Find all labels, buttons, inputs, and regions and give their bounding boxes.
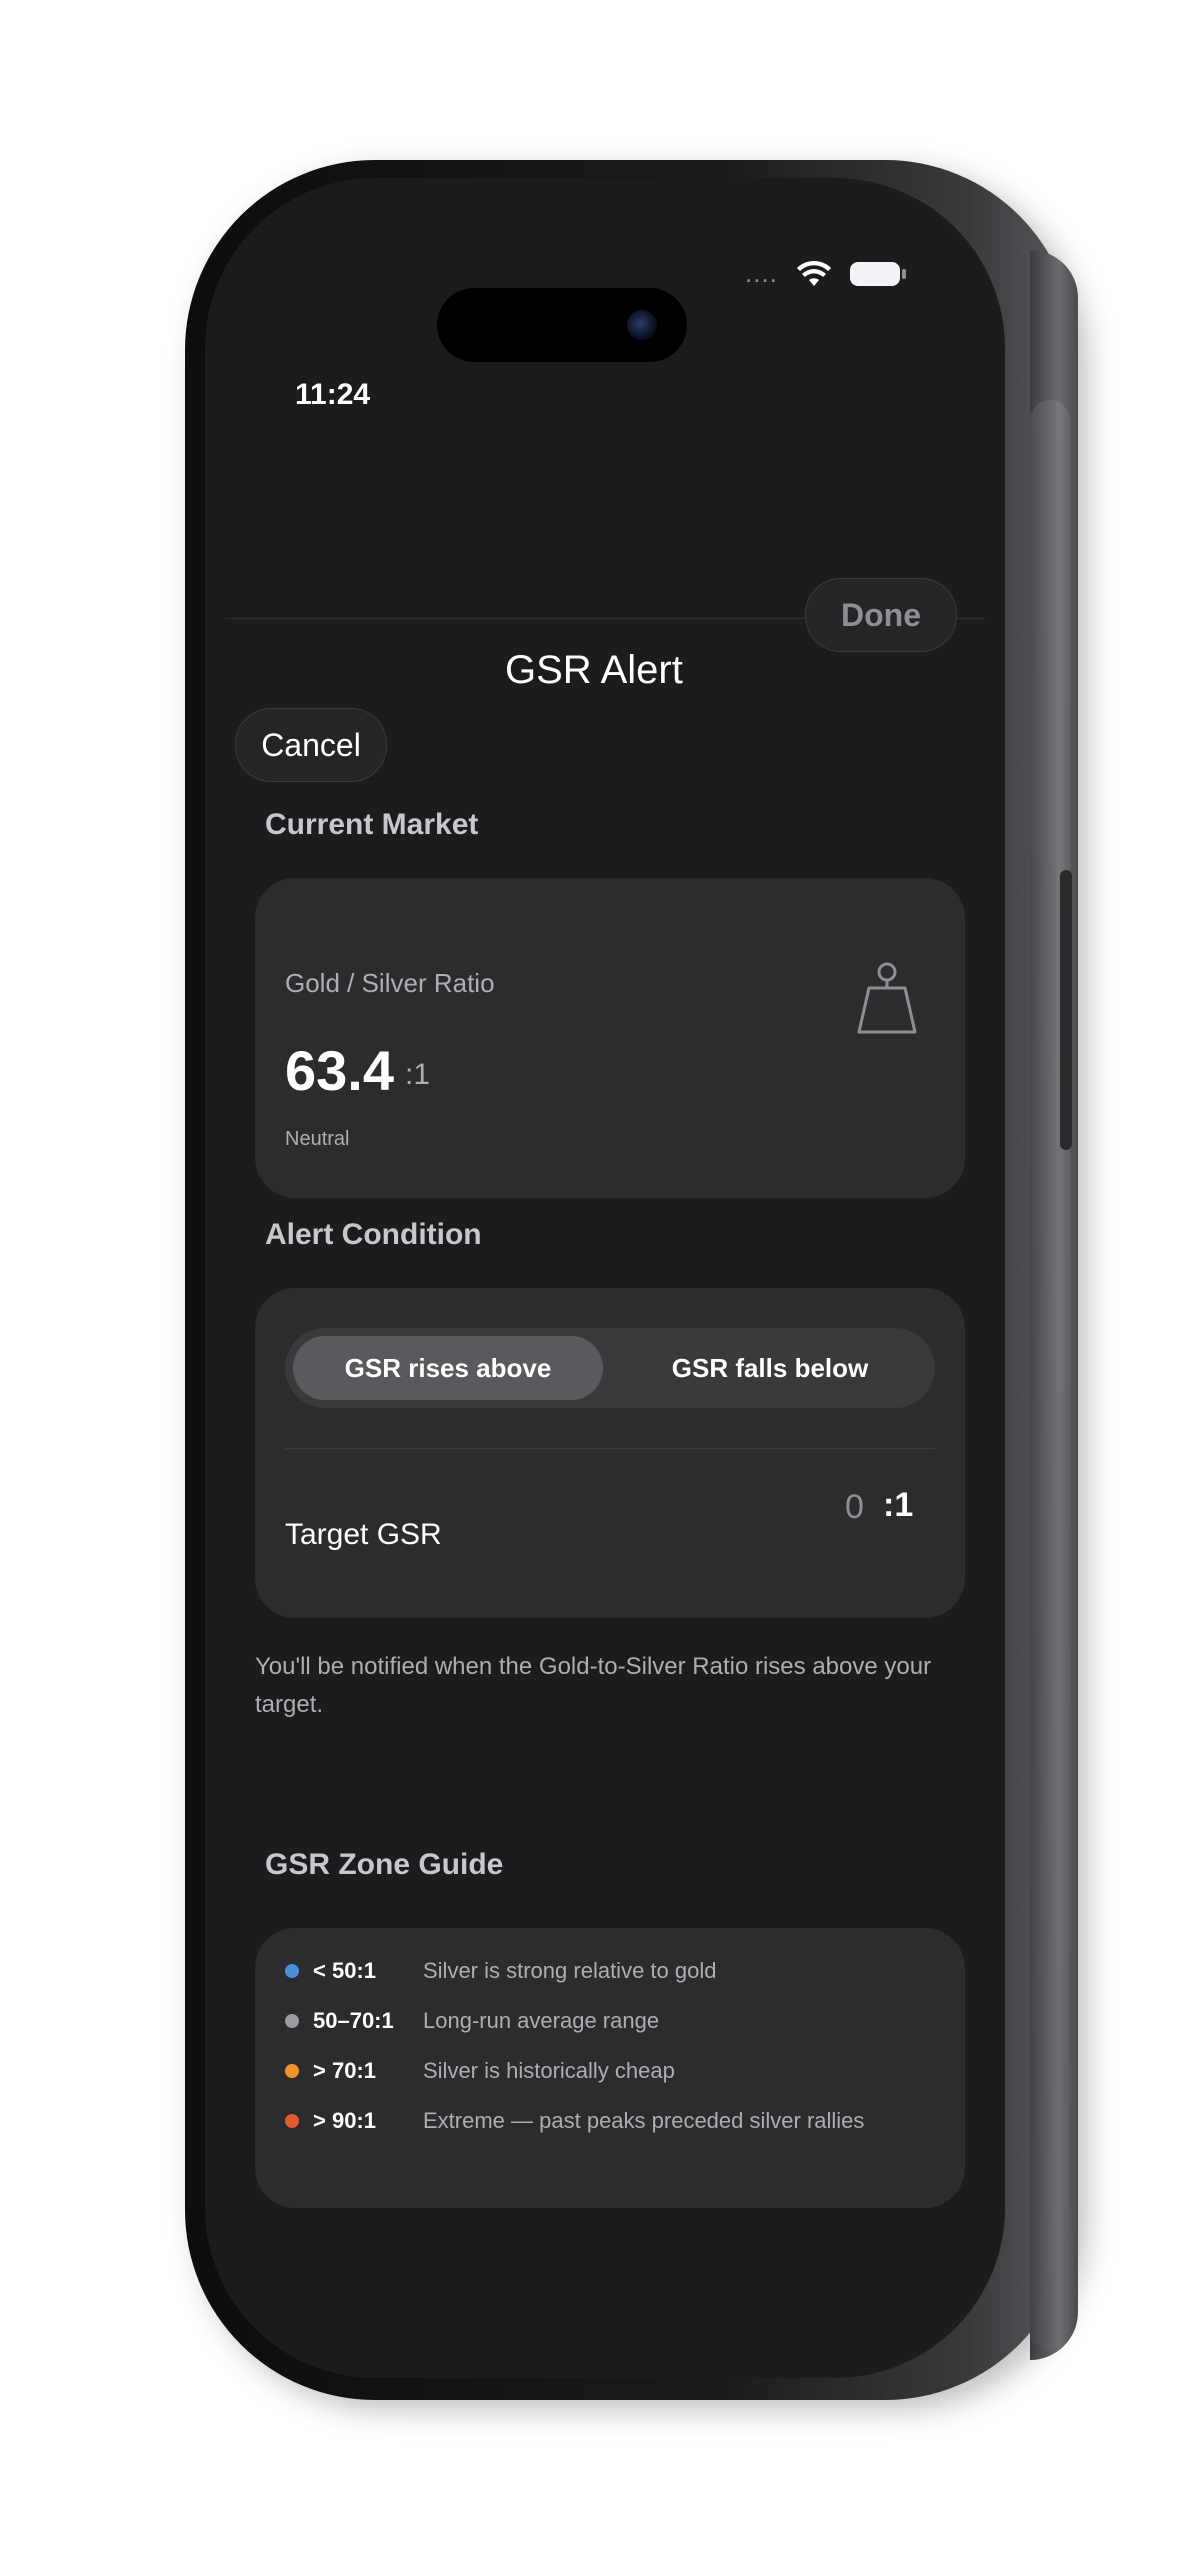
camera-icon bbox=[627, 310, 657, 340]
signal-icon: .... bbox=[745, 258, 778, 288]
dynamic-island bbox=[437, 288, 687, 362]
current-market-title: Current Market bbox=[265, 808, 479, 841]
zone-row: > 90:1 Extreme — past peaks preceded sil… bbox=[285, 2108, 864, 2134]
side-button bbox=[1060, 870, 1072, 1150]
status-right: .... bbox=[745, 258, 906, 289]
status-time: 11:24 bbox=[295, 378, 371, 411]
zone-range: > 70:1 bbox=[313, 2058, 376, 2083]
phone-screen: 11:24 .... Cancel GSR Alert Done Current… bbox=[205, 178, 1005, 2378]
scale-icon bbox=[857, 962, 917, 1034]
zone-desc: Extreme — past peaks preceded silver ral… bbox=[423, 2108, 865, 2133]
ratio-suffix: :1 bbox=[405, 1058, 431, 1091]
zone-dot-orange bbox=[285, 2064, 299, 2078]
cancel-button[interactable]: Cancel bbox=[235, 708, 387, 782]
target-gsr-input[interactable]: 0 bbox=[845, 1488, 864, 1527]
wifi-icon bbox=[796, 260, 831, 286]
condition-segmented-control[interactable]: GSR rises above GSR falls below bbox=[285, 1328, 935, 1408]
zone-guide-card: < 50:1 Silver is strong relative to gold… bbox=[255, 1928, 965, 2208]
ratio-sentiment: Neutral bbox=[285, 1128, 350, 1150]
alert-footnote: You'll be notified when the Gold-to-Silv… bbox=[255, 1653, 932, 1718]
zone-row: 50–70:1 Long-run average range bbox=[285, 2008, 659, 2034]
zone-guide-title: GSR Zone Guide bbox=[265, 1848, 504, 1881]
target-gsr-suffix: :1 bbox=[883, 1486, 914, 1524]
zone-row: < 50:1 Silver is strong relative to gold bbox=[285, 1958, 716, 1984]
page-title: GSR Alert bbox=[505, 648, 683, 692]
zone-desc: Silver is historically cheap bbox=[423, 2058, 675, 2083]
ratio-value: 63.4 bbox=[285, 1039, 394, 1102]
battery-icon bbox=[849, 261, 906, 286]
zone-range: < 50:1 bbox=[313, 1958, 376, 1983]
zone-desc: Long-run average range bbox=[423, 2008, 660, 2033]
segment-rises-above[interactable]: GSR rises above bbox=[293, 1336, 603, 1400]
divider bbox=[285, 1448, 935, 1449]
frame-highlight bbox=[1030, 400, 1070, 2350]
alert-condition-card: GSR rises above GSR falls below Target G… bbox=[255, 1288, 965, 1618]
zone-dot-blue bbox=[285, 1964, 299, 1978]
alert-sheet: Cancel GSR Alert Done Current Market Gol… bbox=[225, 478, 985, 2378]
current-market-card: Gold / Silver Ratio 63.4 :1 Neutral bbox=[255, 878, 965, 1198]
zone-dot-red bbox=[285, 2114, 299, 2128]
zone-desc: Silver is strong relative to gold bbox=[423, 1958, 717, 1983]
zone-range: 50–70:1 bbox=[313, 2008, 394, 2033]
ratio-label: Gold / Silver Ratio bbox=[285, 968, 495, 998]
segment-falls-below[interactable]: GSR falls below bbox=[615, 1336, 925, 1400]
stage: 11:24 .... Cancel GSR Alert Done Current… bbox=[0, 0, 1182, 2562]
alert-condition-title: Alert Condition bbox=[265, 1218, 482, 1251]
zone-dot-gray bbox=[285, 2014, 299, 2028]
done-button[interactable]: Done bbox=[805, 578, 957, 652]
zone-range: > 90:1 bbox=[313, 2108, 376, 2133]
zone-row: > 70:1 Silver is historically cheap bbox=[285, 2058, 675, 2084]
target-gsr-label: Target GSR bbox=[285, 1518, 442, 1551]
